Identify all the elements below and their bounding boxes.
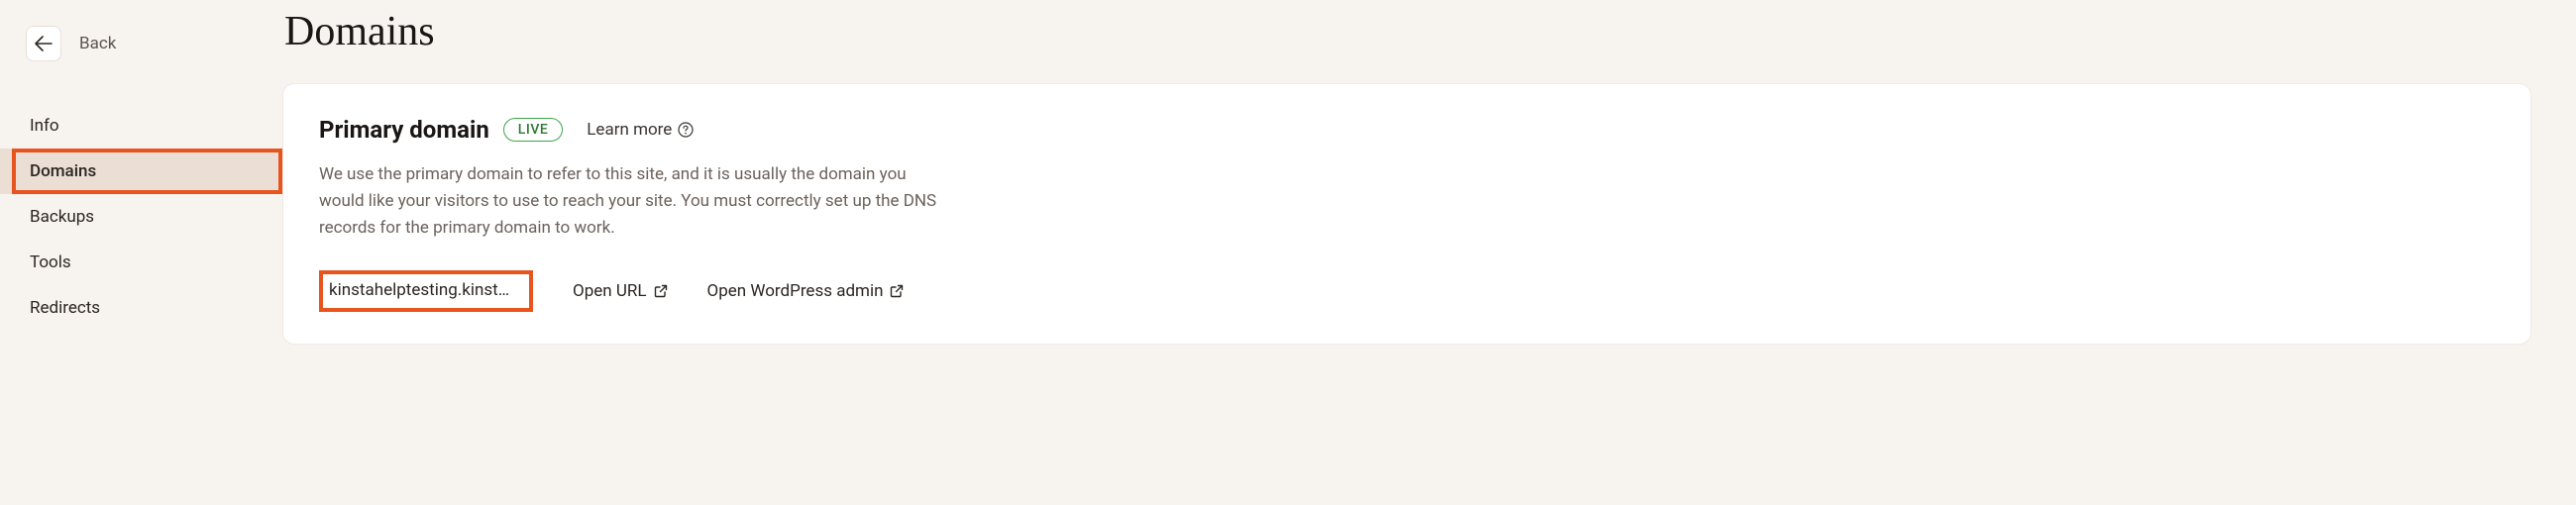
nav-list: Info Domains Backups Tools Redirects xyxy=(0,103,282,331)
sidebar: Back Info Domains Backups Tools Redirect… xyxy=(0,0,282,505)
sidebar-item-label: Backups xyxy=(30,207,94,227)
sidebar-item-domains[interactable]: Domains xyxy=(0,149,282,194)
open-url-label: Open URL xyxy=(573,281,647,301)
back-label[interactable]: Back xyxy=(79,34,116,53)
open-url-link[interactable]: Open URL xyxy=(573,281,668,301)
learn-more-label: Learn more xyxy=(587,120,672,140)
primary-domain-heading: Primary domain xyxy=(319,116,489,144)
page-title: Domains xyxy=(284,8,2576,55)
back-row: Back xyxy=(0,26,282,61)
back-button[interactable] xyxy=(26,26,61,61)
sidebar-item-label: Redirects xyxy=(30,298,100,318)
sidebar-item-redirects[interactable]: Redirects xyxy=(0,285,282,331)
card-header: Primary domain LIVE Learn more xyxy=(319,116,2495,144)
primary-domain-description: We use the primary domain to refer to th… xyxy=(319,161,953,243)
learn-more-link[interactable]: Learn more xyxy=(587,120,694,140)
status-badge: LIVE xyxy=(503,118,563,142)
primary-domain-value[interactable]: kinstahelptesting.kinst… xyxy=(319,270,533,312)
domain-row: kinstahelptesting.kinst… Open URL Open W… xyxy=(319,270,2495,312)
sidebar-item-tools[interactable]: Tools xyxy=(0,240,282,285)
sidebar-item-label: Domains xyxy=(30,161,96,181)
question-circle-icon xyxy=(678,122,694,138)
external-link-icon xyxy=(654,284,668,298)
primary-domain-card: Primary domain LIVE Learn more We use th… xyxy=(282,83,2531,345)
external-link-icon xyxy=(890,284,904,298)
main-content: Domains Primary domain LIVE Learn more xyxy=(282,0,2576,505)
open-wp-admin-link[interactable]: Open WordPress admin xyxy=(707,281,905,301)
sidebar-item-backups[interactable]: Backups xyxy=(0,194,282,240)
sidebar-item-info[interactable]: Info xyxy=(0,103,282,149)
open-wp-admin-label: Open WordPress admin xyxy=(707,281,884,301)
sidebar-item-label: Tools xyxy=(30,252,71,272)
sidebar-item-label: Info xyxy=(30,116,59,136)
arrow-left-icon xyxy=(35,36,53,51)
